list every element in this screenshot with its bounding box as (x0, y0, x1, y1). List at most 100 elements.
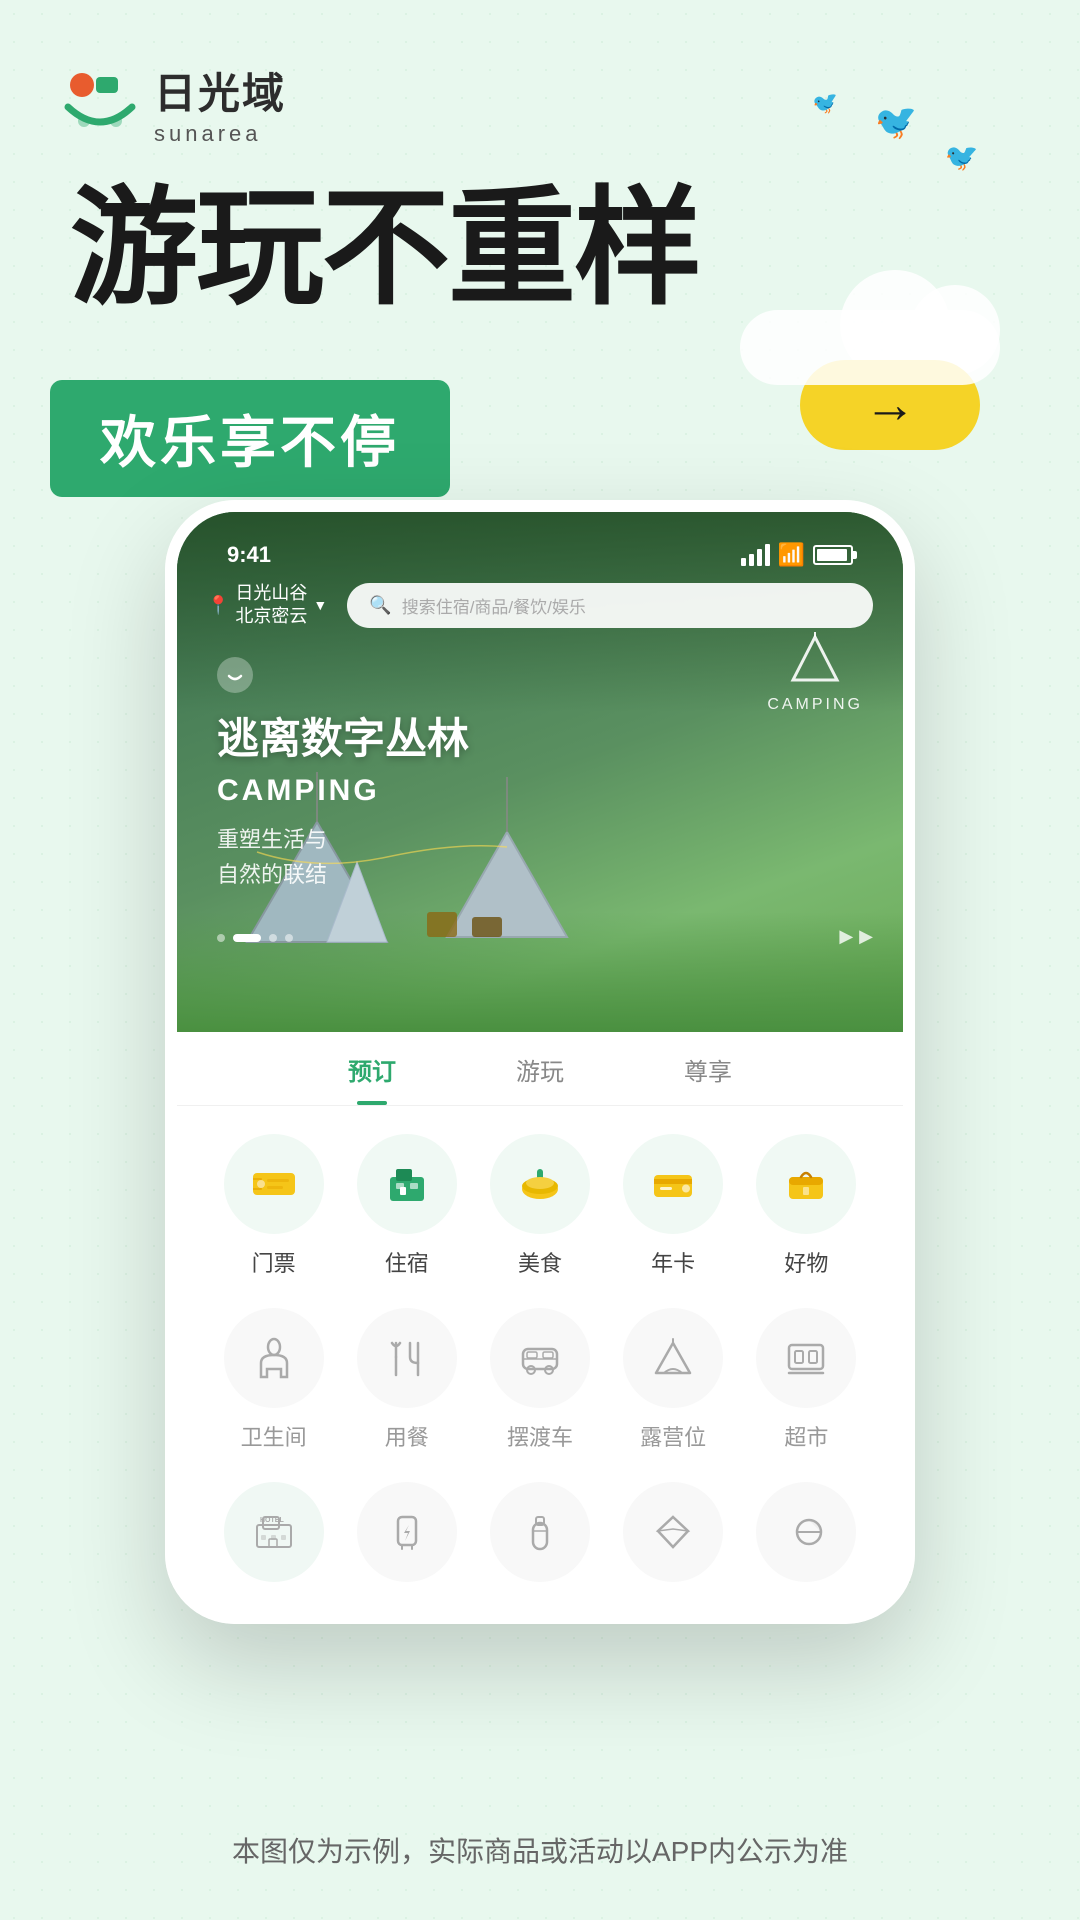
icon-hotel[interactable]: 住宿 (357, 1134, 457, 1278)
restroom-label: 卫生间 (241, 1420, 307, 1452)
green-banner: 欢乐享不停 (50, 380, 450, 497)
icon-shuttle[interactable]: 摆渡车 (490, 1308, 590, 1452)
status-icons: 📶 (741, 542, 853, 568)
carousel-dot-4[interactable] (285, 934, 293, 942)
location-dropdown-icon[interactable]: ▼ (313, 597, 327, 613)
header: 日光域 sunarea (60, 60, 286, 147)
goods-label: 好物 (784, 1246, 828, 1278)
campsite-circle (623, 1308, 723, 1408)
icon-restroom[interactable]: 卫生间 (224, 1308, 324, 1452)
goods-circle (756, 1134, 856, 1234)
banner-area: 9:41 📶 (177, 512, 903, 1032)
tab-bar: 预订 游玩 尊享 (177, 1052, 903, 1106)
location-info[interactable]: 📍 日光山谷 北京密云 ▼ (207, 582, 327, 629)
hotel-icon (382, 1159, 432, 1209)
supermarket-label: 超市 (784, 1420, 828, 1452)
location-pin-icon: 📍 (207, 595, 229, 616)
food-icon (515, 1159, 565, 1209)
bottle-icon (517, 1509, 563, 1555)
search-bar[interactable]: 🔍 搜索住宿/商品/餐饮/娱乐 (347, 583, 873, 628)
carousel-dot-3[interactable] (269, 934, 277, 942)
carousel-arrows[interactable]: ▶ ▶ (839, 926, 873, 947)
restroom-icon (251, 1335, 297, 1381)
banner-title-en: CAMPING (217, 774, 469, 808)
footer-text: 本图仅为示例，实际商品或活动以APP内公示为准 (0, 1830, 1080, 1870)
phone-screen: 9:41 📶 (177, 512, 903, 1612)
carousel-dot-2[interactable] (233, 934, 261, 942)
hero-title: 游玩不重样 (70, 185, 700, 313)
icon-supermarket[interactable]: 超市 (756, 1308, 856, 1452)
hotel-row3-circle: HOTEL (224, 1482, 324, 1582)
campsite-icon (650, 1335, 696, 1381)
icon-ticket[interactable]: 门票 (224, 1134, 324, 1278)
icon-food[interactable]: 美食 (490, 1134, 590, 1278)
bird-icon-1: 🐦 (869, 94, 925, 149)
icon-campsite[interactable]: 露营位 (623, 1308, 723, 1452)
ticket-circle (224, 1134, 324, 1234)
battery-icon (813, 545, 853, 565)
signal-icon (741, 544, 770, 566)
ticket-icon (249, 1159, 299, 1209)
camping-icon-area: CAMPING (767, 632, 863, 714)
icon-grid-row1: 门票 住宿 (177, 1106, 903, 1298)
tab-play[interactable]: 游玩 (456, 1052, 624, 1087)
tab-premium[interactable]: 尊享 (624, 1052, 792, 1087)
logo-chinese: 日光域 (154, 60, 286, 121)
banner-logo-small (217, 657, 253, 693)
annual-label: 年卡 (651, 1246, 695, 1278)
icon-pill[interactable] (756, 1482, 856, 1582)
svg-text:HOTEL: HOTEL (260, 1517, 284, 1524)
food-label: 美食 (518, 1246, 562, 1278)
annual-circle (623, 1134, 723, 1234)
dining-label: 用餐 (385, 1420, 429, 1452)
icon-bottle[interactable] (490, 1482, 590, 1582)
diamond-circle (623, 1482, 723, 1582)
logo-icon (60, 69, 140, 139)
pill-circle (756, 1482, 856, 1582)
logo-english: sunarea (154, 121, 286, 147)
ticket-label: 门票 (252, 1246, 296, 1278)
campsite-label: 露营位 (640, 1420, 706, 1452)
dining-circle (357, 1308, 457, 1408)
camping-label: CAMPING (767, 696, 863, 714)
status-time: 9:41 (227, 542, 271, 568)
icon-grid-row3: HOTEL (177, 1472, 903, 1602)
banner-subtitle: 重塑生活与 自然的联结 (217, 822, 469, 892)
food-circle (490, 1134, 590, 1234)
icon-goods[interactable]: 好物 (756, 1134, 856, 1278)
tab-booking[interactable]: 预订 (288, 1052, 456, 1087)
bird-icon-2: 🐦 (941, 136, 983, 177)
phone-container: 9:41 📶 (140, 500, 940, 1624)
carousel-dot-1[interactable] (217, 934, 225, 942)
status-bar: 9:41 📶 (227, 542, 853, 568)
icon-hotel-row3[interactable]: HOTEL (224, 1482, 324, 1582)
banner-title-cn: 逃离数字丛林 (217, 705, 469, 766)
icon-charging[interactable] (357, 1482, 457, 1582)
icon-annual[interactable]: 年卡 (623, 1134, 723, 1278)
shuttle-icon (517, 1335, 563, 1381)
charging-icon (384, 1509, 430, 1555)
search-placeholder: 搜索住宿/商品/餐饮/娱乐 (402, 593, 586, 618)
bottle-circle (490, 1482, 590, 1582)
cloud-decoration (740, 310, 1000, 385)
wifi-icon: 📶 (778, 542, 805, 568)
goods-icon (781, 1159, 831, 1209)
supermarket-circle (756, 1308, 856, 1408)
icon-grid-row2: 卫生间 用餐 (177, 1298, 903, 1472)
annual-icon (648, 1159, 698, 1209)
charging-circle (357, 1482, 457, 1582)
hotel-label: 住宿 (385, 1246, 429, 1278)
banner-content: 逃离数字丛林 CAMPING 重塑生活与 自然的联结 (217, 657, 469, 892)
icon-dining[interactable]: 用餐 (357, 1308, 457, 1452)
pill-icon (783, 1509, 829, 1555)
bottom-section: 预订 游玩 尊享 (177, 1032, 903, 1612)
search-icon: 🔍 (369, 595, 391, 616)
dining-icon (384, 1335, 430, 1381)
bird-icon-3: 🐦 (808, 85, 844, 120)
hotel-circle (357, 1134, 457, 1234)
restroom-circle (224, 1308, 324, 1408)
location-text: 日光山谷 北京密云 (235, 582, 307, 629)
icon-diamond[interactable] (623, 1482, 723, 1582)
shuttle-label: 摆渡车 (507, 1420, 573, 1452)
diamond-icon (650, 1509, 696, 1555)
